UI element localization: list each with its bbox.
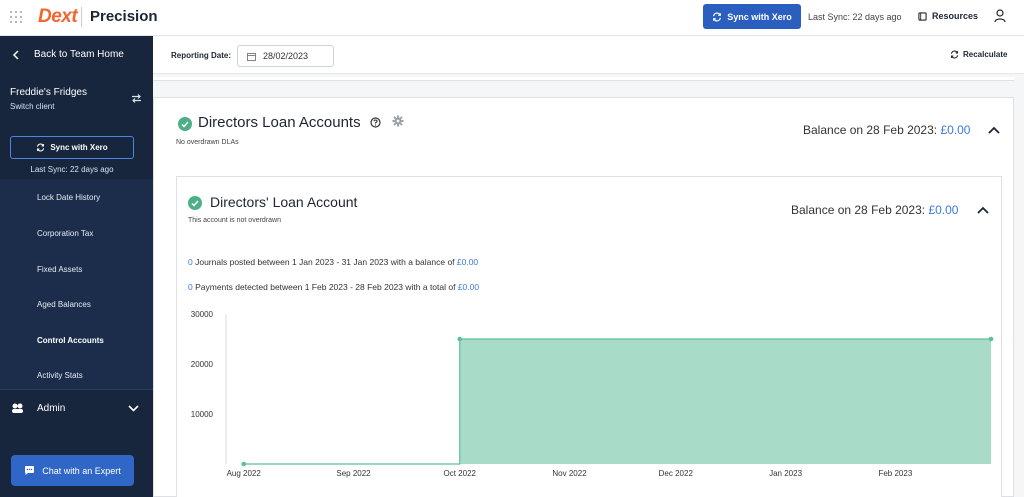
calendar-icon [247, 52, 256, 61]
payments-text: Payments detected between 1 Feb 2023 - 2… [192, 282, 458, 292]
section-balance-value: £0.00 [940, 123, 971, 137]
directors-loan-account-card: Directors' Loan Account This account is … [176, 176, 1002, 497]
user-icon[interactable] [994, 9, 1006, 23]
sidebar-item-control-accounts[interactable]: Control Accounts [37, 336, 104, 345]
last-sync-text: Last Sync: 22 days ago [808, 12, 902, 22]
journals-amount: £0.00 [456, 257, 479, 267]
account-subtitle: This account is not overdrawn [188, 217, 281, 224]
sidebar: Back to Team Home Freddie's Fridges Swit… [0, 36, 153, 497]
x-tick-label: Sep 2022 [336, 469, 371, 478]
product-name: Precision [90, 8, 158, 25]
sidebar-nav: Lock Date History Corporation Tax Fixed … [0, 179, 153, 389]
sidebar-item-corporation-tax[interactable]: Corporation Tax [37, 229, 93, 238]
sync-icon [37, 143, 45, 152]
x-tick-label: Dec 2022 [659, 469, 694, 478]
account-title: Directors' Loan Account [210, 194, 358, 210]
sidebar-item-admin[interactable]: Admin [0, 389, 153, 427]
x-tick-label: Feb 2023 [878, 469, 912, 478]
back-to-team-home[interactable]: Back to Team Home [12, 49, 124, 60]
resources-link[interactable]: Resources [918, 11, 978, 21]
check-circle-icon [178, 117, 192, 131]
previous-card-edge [153, 77, 1014, 81]
y-tick-label: 10000 [191, 410, 214, 419]
sync-label: Sync with Xero [727, 11, 792, 22]
client-name: Freddie's Fridges [10, 87, 87, 98]
journals-info: 0 Journals posted between 1 Jan 2023 - 3… [188, 257, 478, 267]
sidebar-sync-with-xero-button[interactable]: Sync with Xero [10, 136, 134, 159]
sync-with-xero-button[interactable]: Sync with Xero [703, 4, 801, 29]
sidebar-item-activity-stats[interactable]: Activity Stats [37, 371, 83, 380]
sync-icon [713, 12, 722, 21]
chat-icon [25, 466, 35, 475]
x-tick-label: Oct 2022 [444, 469, 477, 478]
balance-area-chart: 10000 20000 30000 Aug 2022 Sep 2022 Oct 2022 N… [191, 310, 994, 478]
payments-amount: £0.00 [457, 282, 480, 292]
account-balance: Balance on 28 Feb 2023: £0.00 [791, 203, 958, 217]
logo-divider [81, 7, 82, 27]
data-point [457, 336, 463, 342]
collapse-chevron-icon[interactable] [977, 206, 989, 214]
reporting-date-input[interactable]: 28/02/2023 [237, 45, 334, 67]
x-tick-label: Nov 2022 [552, 469, 587, 478]
book-icon [918, 11, 927, 21]
x-tick-label: Jan 2023 [769, 469, 802, 478]
help-icon[interactable] [370, 117, 381, 128]
recalculate-label: Recalculate [963, 50, 1008, 59]
dext-logo[interactable]: Dext [38, 6, 78, 28]
reporting-date-label: Reporting Date: [171, 51, 231, 60]
sidebar-item-fixed-assets[interactable]: Fixed Assets [37, 265, 82, 274]
chat-label: Chat with an Expert [42, 465, 121, 476]
reporting-date-bar: Reporting Date: 28/02/2023 Recalculate [153, 36, 1024, 74]
section-balance: Balance on 28 Feb 2023: £0.00 [803, 123, 970, 137]
y-tick-label: 20000 [191, 360, 214, 369]
account-balance-label: Balance on 28 Feb 2023: [791, 203, 929, 217]
admin-label: Admin [37, 403, 66, 414]
collapse-chevron-icon[interactable] [988, 126, 1000, 134]
sidebar-item-lock-date-history[interactable]: Lock Date History [37, 193, 100, 202]
sidebar-item-aged-balances[interactable]: Aged Balances [37, 300, 91, 309]
sidebar-sync-label: Sync with Xero [50, 143, 108, 152]
resources-label: Resources [932, 11, 979, 21]
top-bar: Dext Precision Sync with Xero Last Sync:… [0, 0, 1024, 36]
y-tick-label: 30000 [191, 310, 214, 319]
directors-loan-accounts-section: Directors Loan Accounts No overdrawn DLA… [153, 97, 1014, 497]
data-point [988, 336, 994, 342]
chevron-down-icon [128, 405, 139, 412]
chat-with-expert-button[interactable]: Chat with an Expert [11, 455, 134, 486]
app-grid-icon[interactable] [10, 11, 22, 23]
data-point [241, 461, 247, 467]
section-title: Directors Loan Accounts [198, 114, 361, 131]
payments-info: 0 Payments detected between 1 Feb 2023 -… [188, 282, 479, 292]
recalculate-button[interactable]: Recalculate [950, 50, 1007, 59]
admin-icon [12, 403, 23, 413]
main-content: Reporting Date: 28/02/2023 Recalculate D… [153, 36, 1024, 497]
gear-icon[interactable] [392, 115, 404, 127]
section-subtitle: No overdrawn DLAs [176, 139, 239, 146]
switch-client-link[interactable]: Switch client [10, 102, 54, 111]
section-balance-label: Balance on 28 Feb 2023: [803, 123, 941, 137]
area-series [243, 339, 991, 464]
sidebar-last-sync: Last Sync: 22 days ago [30, 165, 114, 174]
refresh-icon [950, 50, 959, 59]
journals-text: Journals posted between 1 Jan 2023 - 31 … [192, 257, 457, 267]
swap-icon[interactable] [131, 93, 142, 104]
check-circle-icon [188, 196, 202, 210]
x-tick-label: Aug 2022 [227, 469, 262, 478]
reporting-date-value: 28/02/2023 [263, 51, 309, 61]
account-balance-value: £0.00 [928, 203, 959, 217]
back-label: Back to Team Home [34, 49, 124, 60]
chevron-left-icon [12, 49, 19, 60]
